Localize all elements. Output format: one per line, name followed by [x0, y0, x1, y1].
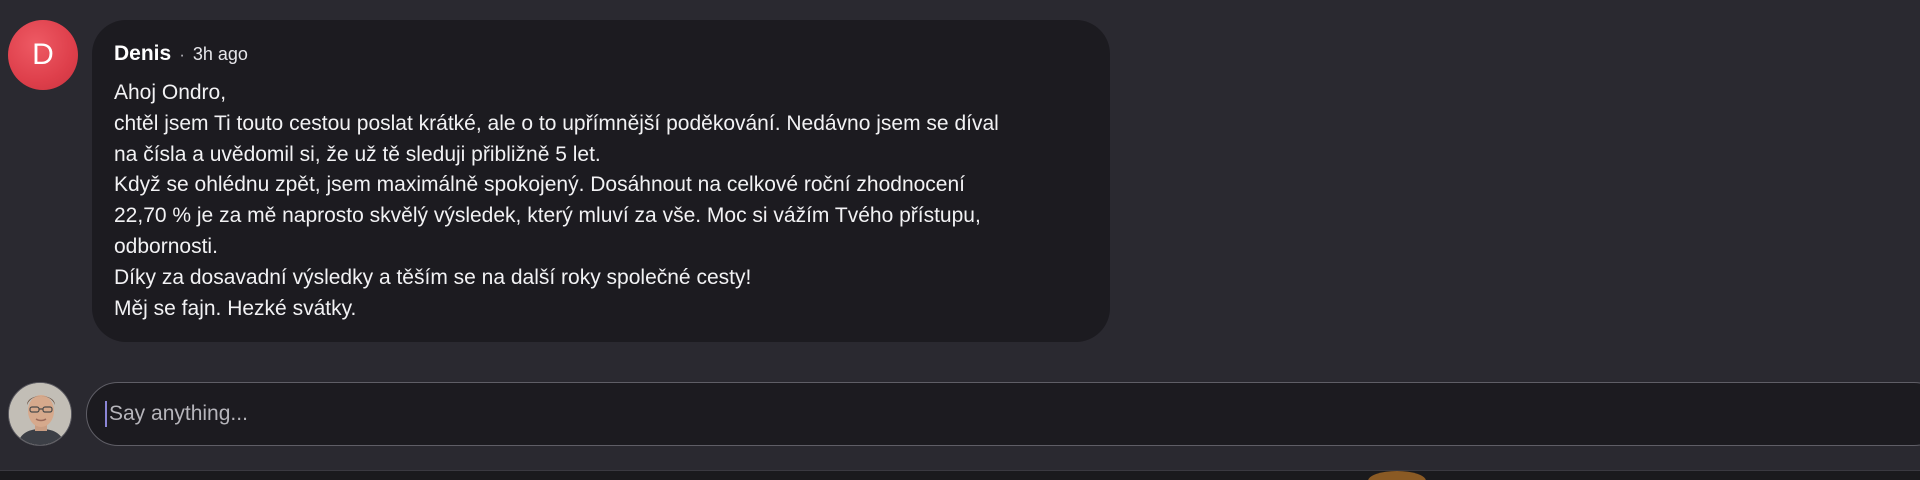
avatar-letter: D [32, 38, 54, 71]
comment-input-box[interactable] [86, 382, 1920, 446]
comment-line: Díky za dosavadní výsledky a těším se na… [114, 265, 752, 289]
comment-bubble: Denis · 3h ago Ahoj Ondro, chtěl jsem Ti… [92, 20, 1110, 342]
comment: D Denis · 3h ago Ahoj Ondro, chtěl jsem … [0, 0, 1920, 360]
meta-separator: · [179, 45, 185, 64]
user-avatar[interactable] [8, 382, 72, 446]
user-photo-icon [9, 383, 71, 445]
text-caret [105, 401, 107, 427]
partial-avatar [1368, 471, 1426, 480]
comment-line: 22,70 % je za mě naprosto skvělý výslede… [114, 204, 981, 228]
avatar[interactable]: D [8, 20, 78, 90]
comment-line: Měj se fajn. Hezké svátky. [114, 296, 357, 320]
comment-author[interactable]: Denis [114, 42, 171, 66]
comment-timestamp[interactable]: 3h ago [193, 44, 248, 65]
comment-line: na čísla a uvědomil si, že už tě sleduji… [114, 142, 601, 166]
comment-meta: Denis · 3h ago [114, 42, 1088, 74]
comment-line: chtěl jsem Ti touto cestou poslat krátké… [114, 111, 999, 135]
comment-line: Ahoj Ondro, [114, 81, 227, 104]
comment-input[interactable] [109, 402, 1809, 426]
comment-line: odbornosti. [114, 234, 218, 258]
comment-body: Ahoj Ondro, chtěl jsem Ti touto cestou p… [114, 78, 1088, 324]
comment-thread: D Denis · 3h ago Ahoj Ondro, chtěl jsem … [0, 0, 1920, 480]
comment-composer [0, 382, 1920, 448]
bottom-strip [0, 470, 1920, 480]
comment-line: Když se ohlédnu zpět, jsem maximálně spo… [114, 173, 965, 197]
